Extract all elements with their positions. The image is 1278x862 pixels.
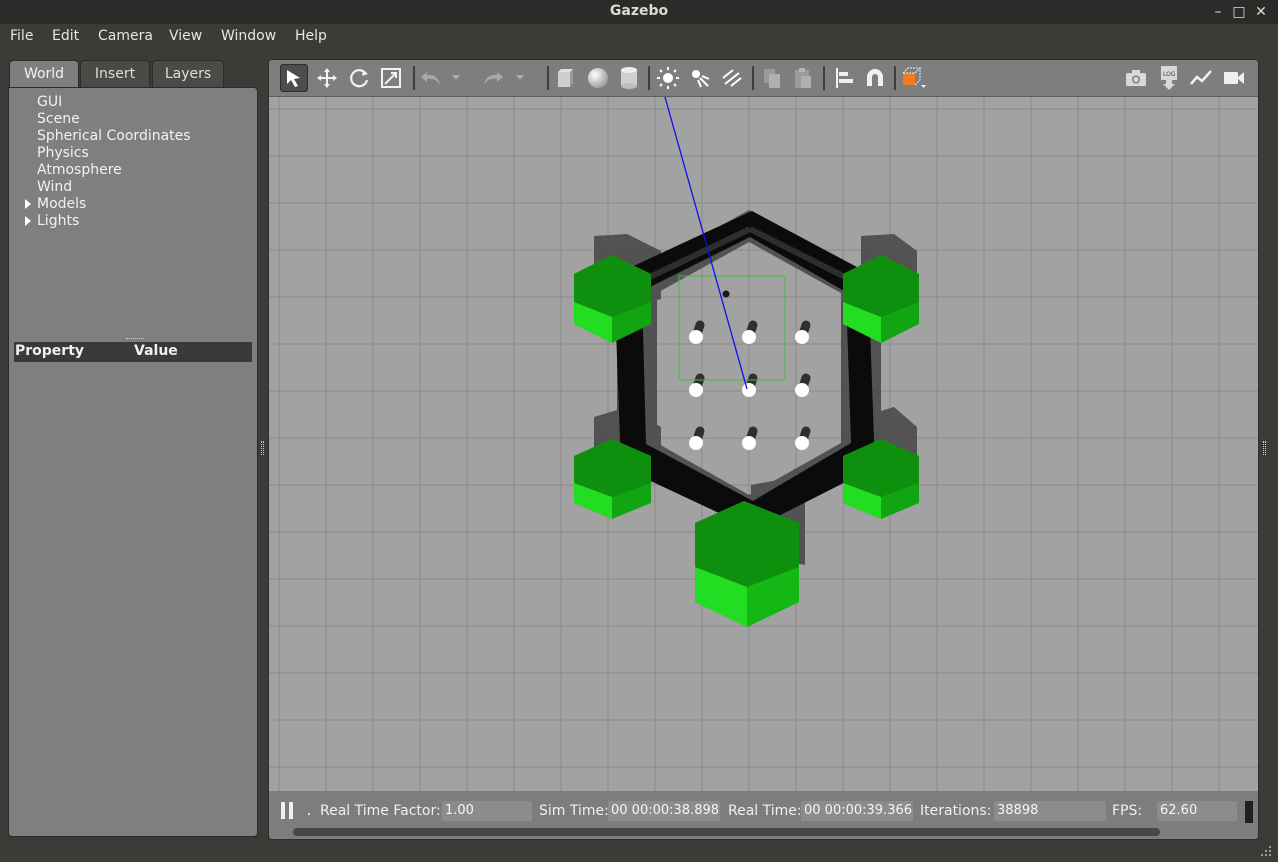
world-panel: GUI Scene Spherical Coordinates Physics …	[8, 87, 258, 837]
real-time-value: 00 00:00:39.366	[801, 801, 913, 821]
screenshot-camera-icon[interactable]	[1122, 64, 1150, 92]
tree-item-gui[interactable]: GUI	[37, 94, 62, 110]
close-icon[interactable]: ✕	[1252, 3, 1270, 21]
align-icon[interactable]	[830, 64, 858, 92]
value-column-header[interactable]: Value	[134, 343, 178, 359]
menu-view[interactable]: View	[169, 28, 202, 44]
sphere-shape-icon[interactable]	[584, 64, 612, 92]
window-title: Gazebo	[609, 3, 669, 19]
toolbar-separator	[752, 66, 754, 90]
property-table-header: Property Value	[14, 342, 252, 362]
rotate-icon[interactable]	[345, 64, 373, 92]
menu-help[interactable]: Help	[295, 28, 327, 44]
toolbar-separator	[823, 66, 825, 90]
video-record-icon[interactable]	[1220, 64, 1248, 92]
menu-edit[interactable]: Edit	[52, 28, 79, 44]
toolbar-separator	[547, 66, 549, 90]
green-block-bottom-left[interactable]	[574, 439, 651, 519]
cylinder-shape-icon[interactable]	[615, 64, 643, 92]
toolbar-separator	[413, 66, 415, 90]
step-dot-icon[interactable]	[308, 813, 310, 815]
tree-item-wind[interactable]: Wind	[37, 179, 72, 195]
redo-dropdown-icon[interactable]	[513, 64, 527, 92]
fps-value: 62.60	[1157, 801, 1237, 821]
status-overflow-indicator[interactable]	[1245, 801, 1253, 823]
green-block-bottom-right[interactable]	[843, 439, 919, 519]
tab-insert[interactable]: Insert	[80, 60, 150, 88]
maximize-icon[interactable]: □	[1230, 3, 1248, 21]
sim-time-value: 00 00:00:38.898	[608, 801, 720, 821]
tree-item-lights[interactable]: Lights	[37, 213, 79, 229]
property-column-header[interactable]: Property	[15, 343, 84, 359]
menu-bar: File Edit Camera View Window Help	[0, 24, 1278, 50]
iterations-label: Iterations:	[920, 803, 992, 819]
panel-splitter-handle[interactable]	[126, 338, 144, 341]
fps-label: FPS:	[1112, 803, 1143, 819]
real-time-factor-label: Real Time Factor:	[320, 803, 441, 819]
redo-icon[interactable]	[479, 64, 507, 92]
real-time-factor-value: 1.00	[442, 801, 532, 821]
status-bar: Real Time Factor: 1.00 Sim Time: 00 00:0…	[269, 791, 1258, 839]
scale-icon[interactable]	[377, 64, 405, 92]
tree-item-models[interactable]: Models	[37, 196, 86, 212]
green-block-bottom-center[interactable]	[695, 501, 799, 627]
ground-plane	[269, 97, 1258, 791]
box-shape-icon[interactable]	[551, 64, 579, 92]
menu-file[interactable]: File	[10, 28, 33, 44]
log-icon[interactable]: LOG	[1155, 64, 1183, 92]
tree-item-scene[interactable]: Scene	[37, 111, 80, 127]
tree-item-physics[interactable]: Physics	[37, 145, 89, 161]
translate-icon[interactable]	[313, 64, 341, 92]
tree-item-atmosphere[interactable]: Atmosphere	[37, 162, 122, 178]
title-bar: Gazebo – □ ✕	[0, 0, 1278, 24]
tab-layers[interactable]: Layers	[152, 60, 224, 88]
copy-icon[interactable]	[758, 64, 786, 92]
plot-icon[interactable]	[1187, 64, 1215, 92]
minimize-icon[interactable]: –	[1209, 3, 1227, 21]
viewport-frame: LOG Real Time Factor: 1.00 Sim Time: 00 …	[268, 59, 1259, 840]
svg-text:LOG: LOG	[1163, 71, 1176, 78]
expand-arrow-icon[interactable]	[25, 199, 31, 209]
snap-magnet-icon[interactable]	[861, 64, 889, 92]
paste-icon[interactable]	[789, 64, 817, 92]
point-light-icon[interactable]	[654, 64, 682, 92]
small-marker[interactable]	[722, 290, 730, 298]
right-splitter-handle[interactable]	[1263, 441, 1266, 455]
tab-world[interactable]: World	[9, 60, 79, 88]
scene-canvas[interactable]	[269, 96, 1259, 791]
tree-item-spherical-coordinates[interactable]: Spherical Coordinates	[37, 128, 191, 144]
sim-time-label: Sim Time:	[539, 803, 609, 819]
menu-window[interactable]: Window	[221, 28, 276, 44]
menu-camera[interactable]: Camera	[98, 28, 153, 44]
undo-icon[interactable]	[417, 64, 445, 92]
expand-arrow-icon[interactable]	[25, 216, 31, 226]
real-time-label: Real Time:	[728, 803, 802, 819]
directional-light-icon[interactable]	[718, 64, 746, 92]
spot-light-icon[interactable]	[686, 64, 714, 92]
pause-icon[interactable]	[281, 802, 294, 819]
select-arrow-icon[interactable]	[280, 64, 308, 92]
left-splitter-handle[interactable]	[261, 441, 264, 455]
toolbar: LOG	[269, 60, 1258, 97]
resize-grip-icon[interactable]	[1258, 842, 1272, 856]
horizontal-scrollbar[interactable]	[293, 828, 1160, 836]
3d-scene-view[interactable]	[269, 96, 1259, 791]
toolbar-separator	[648, 66, 650, 90]
view-angle-icon[interactable]	[900, 64, 928, 92]
undo-dropdown-icon[interactable]	[449, 64, 463, 92]
iterations-value: 38898	[994, 801, 1106, 821]
toolbar-separator	[894, 66, 896, 90]
